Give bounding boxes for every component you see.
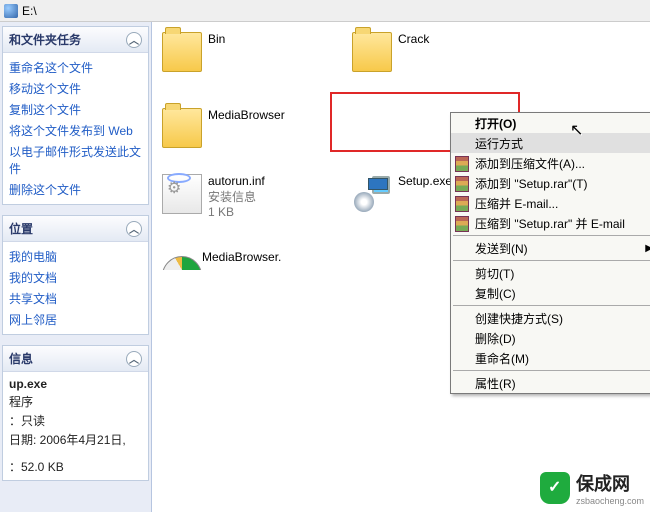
menu-send-to[interactable]: 发送到(N)▶ <box>451 238 650 258</box>
place-shared[interactable]: 共享文档 <box>9 288 142 309</box>
place-mydocs[interactable]: 我的文档 <box>9 267 142 288</box>
file-tasks-title: 和文件夹任务 <box>9 31 81 48</box>
installer-icon <box>352 174 392 214</box>
file-item-mediabrowser[interactable]: MediaBrowser. <box>162 250 312 306</box>
address-path: E:\ <box>22 4 37 18</box>
details-date: 日期: 2006年4月21日, <box>9 430 142 449</box>
app-icon <box>162 250 202 290</box>
task-delete[interactable]: 删除这个文件 <box>9 179 142 200</box>
inf-file-icon <box>162 174 202 214</box>
drive-icon <box>4 4 18 18</box>
menu-add-setup-rar[interactable]: 添加到 "Setup.rar"(T) <box>451 173 650 193</box>
folder-icon <box>162 108 202 148</box>
menu-compress-email[interactable]: 压缩并 E-mail... <box>451 193 650 213</box>
task-pane: 和文件夹任务 ︿ 重命名这个文件 移动这个文件 复制这个文件 将这个文件发布到 … <box>0 22 152 512</box>
task-email[interactable]: 以电子邮件形式发送此文件 <box>9 141 142 179</box>
details-panel: 信息 ︿ up.exe 程序 ：只读 日期: 2006年4月21日, ：52.0… <box>2 345 149 481</box>
task-move[interactable]: 移动这个文件 <box>9 78 142 99</box>
menu-separator <box>453 235 650 236</box>
context-menu: 打开(O) 运行方式 添加到压缩文件(A)... 添加到 "Setup.rar"… <box>450 112 650 394</box>
watermark-url: zsbaocheng.com <box>576 496 644 506</box>
menu-properties[interactable]: 属性(R) <box>451 373 650 393</box>
chevron-up-icon[interactable]: ︿ <box>126 221 142 237</box>
details-title: 信息 <box>9 350 33 367</box>
archive-icon <box>455 176 469 190</box>
menu-cut[interactable]: 剪切(T) <box>451 263 650 283</box>
watermark-text: 保成网 <box>576 470 644 496</box>
task-rename[interactable]: 重命名这个文件 <box>9 57 142 78</box>
file-type: 安装信息 <box>208 190 265 206</box>
menu-compress-setup-email[interactable]: 压缩到 "Setup.rar" 并 E-mail <box>451 213 650 233</box>
menu-add-archive[interactable]: 添加到压缩文件(A)... <box>451 153 650 173</box>
folder-name: MediaBrowser <box>208 108 285 124</box>
watermark: 保成网 zsbaocheng.com <box>540 470 644 506</box>
folder-name: Crack <box>398 32 429 48</box>
folder-item[interactable]: MediaBrowser <box>162 108 312 164</box>
folder-icon <box>162 32 202 72</box>
places-panel: 位置 ︿ 我的电脑 我的文档 共享文档 网上邻居 <box>2 215 149 335</box>
menu-separator <box>453 370 650 371</box>
menu-rename[interactable]: 重命名(M) <box>451 348 650 368</box>
details-size: ：52.0 KB <box>9 457 142 476</box>
menu-open[interactable]: 打开(O) <box>451 113 650 133</box>
file-tasks-header[interactable]: 和文件夹任务 ︿ <box>3 27 148 53</box>
archive-icon <box>455 196 469 210</box>
file-item-inf[interactable]: autorun.inf 安装信息 1 KB <box>162 174 332 230</box>
menu-run-as[interactable]: 运行方式 <box>451 133 650 153</box>
menu-copy[interactable]: 复制(C) <box>451 283 650 303</box>
folder-item[interactable]: Crack <box>352 32 522 88</box>
details-type: 程序 <box>9 392 142 411</box>
chevron-up-icon[interactable]: ︿ <box>126 32 142 48</box>
menu-separator <box>453 260 650 261</box>
menu-delete[interactable]: 删除(D) <box>451 328 650 348</box>
file-name: Setup.exe <box>398 174 452 190</box>
task-copy[interactable]: 复制这个文件 <box>9 99 142 120</box>
file-size: 1 KB <box>208 205 265 221</box>
details-header[interactable]: 信息 ︿ <box>3 346 148 372</box>
shield-icon <box>540 472 570 504</box>
submenu-arrow-icon: ▶ <box>645 243 650 254</box>
places-title: 位置 <box>9 220 33 237</box>
menu-separator <box>453 305 650 306</box>
details-attr: ：只读 <box>9 411 142 430</box>
place-mycomputer[interactable]: 我的电脑 <box>9 246 142 267</box>
archive-icon <box>455 216 469 230</box>
chevron-up-icon[interactable]: ︿ <box>126 351 142 367</box>
task-publish-web[interactable]: 将这个文件发布到 Web <box>9 120 142 141</box>
details-filename: up.exe <box>9 377 47 391</box>
file-name: MediaBrowser. <box>202 250 281 266</box>
menu-shortcut[interactable]: 创建快捷方式(S) <box>451 308 650 328</box>
address-bar[interactable]: E:\ <box>0 0 650 22</box>
folder-name: Bin <box>208 32 225 48</box>
places-header[interactable]: 位置 ︿ <box>3 216 148 242</box>
place-network[interactable]: 网上邻居 <box>9 309 142 330</box>
folder-icon <box>352 32 392 72</box>
file-tasks-panel: 和文件夹任务 ︿ 重命名这个文件 移动这个文件 复制这个文件 将这个文件发布到 … <box>2 26 149 205</box>
archive-icon <box>455 156 469 170</box>
file-name: autorun.inf <box>208 174 265 190</box>
folder-item[interactable]: Bin <box>162 32 332 88</box>
